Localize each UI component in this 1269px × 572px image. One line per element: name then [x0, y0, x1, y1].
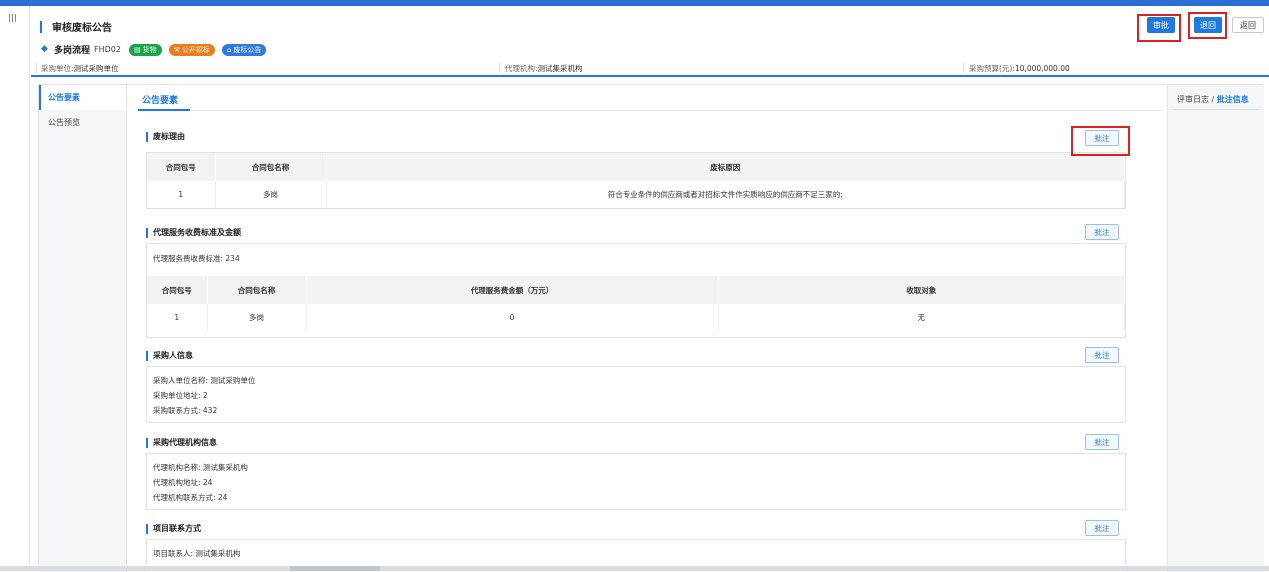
section-title-buyer: 采购人信息 [146, 350, 193, 361]
agency-info: 代理机构:测试集采机构 [505, 64, 583, 73]
section-title-fee: 代理服务收费标准及金额 [146, 227, 241, 238]
agency-contact: 代理机构联系方式: 24 [153, 493, 228, 502]
approve-button[interactable]: 审批 [1147, 17, 1175, 33]
table-header: 收取对象 [718, 276, 1125, 304]
left-rail [0, 6, 30, 571]
buyer-contact: 采购联系方式: 432 [153, 406, 218, 415]
right-panel: 评审日志 / 批注信息 [1167, 85, 1264, 572]
menu-toggle-icon[interactable] [9, 14, 19, 22]
reason-table-panel: 合同包号 合同包名称 废标原因 1 多岗 符合专业条件的供应商或者对招标文件作实… [146, 152, 1126, 209]
agency-address: 代理机构地址: 24 [153, 478, 213, 487]
page-header: 审核废标公告 审批 退回 返回 ◆ 多岗流程 FHD02 ▤ 货物 ⚒ 公开招标 ⌂… [31, 6, 1269, 78]
info-row: 采购单位:测试采购单位 代理机构:测试集采机构 采购预算(元):10,000,0… [36, 62, 1266, 74]
reason-table: 合同包号 合同包名称 废标原因 1 多岗 符合专业条件的供应商或者对招标文件作实… [147, 153, 1125, 208]
table-row: 1 多岗 0 无 [147, 304, 1125, 331]
table-header: 合同包号 [147, 153, 216, 181]
scrollbar-thumb[interactable] [290, 566, 380, 571]
flow-row: ◆ 多岗流程 FHD02 ▤ 货物 ⚒ 公开招标 ⌂ 废标公告 [41, 43, 269, 56]
buyer-info: 采购单位:测试采购单位 [41, 64, 119, 73]
tag-void-notice: ⌂ 废标公告 [221, 43, 267, 56]
section-title-reason: 废标理由 [146, 131, 185, 142]
buyer-panel: 采购人单位名称: 测试采购单位 采购单位地址: 2 采购联系方式: 432 [146, 366, 1126, 423]
section-title-contact: 项目联系方式 [146, 523, 201, 534]
section-nav: 公告要素 公告预览 [39, 85, 127, 572]
agency-panel: 代理机构名称: 测试集采机构 代理机构地址: 24 代理机构联系方式: 24 [146, 453, 1126, 510]
annotate-button-buyer[interactable]: 批注 [1085, 347, 1119, 363]
project-contact: 项目联系人: 测试集采机构 [153, 549, 241, 558]
fee-table: 合同包号 合同包名称 代理服务费金额（万元） 收取对象 1 多岗 0 无 [147, 276, 1125, 331]
fee-panel: 代理服务费收费标准: 234 合同包号 合同包名称 代理服务费金额（万元） 收取… [146, 243, 1126, 338]
annotate-button-reason[interactable]: 批注 [1085, 130, 1119, 146]
table-row: 1 多岗 符合专业条件的供应商或者对招标文件作实质响应的供应商不足三家的; [147, 181, 1125, 208]
budget-info: 采购预算(元):10,000,000.00 [969, 64, 1070, 73]
agency-name: 代理机构名称: 测试集采机构 [153, 463, 248, 472]
fee-standard: 代理服务费收费标准: 234 [153, 254, 240, 263]
annotate-button-agency[interactable]: 批注 [1085, 434, 1119, 450]
subnav-item-preview[interactable]: 公告预览 [39, 110, 126, 135]
page-title: 审核废标公告 [52, 23, 112, 34]
annotate-button-contact[interactable]: 批注 [1085, 520, 1119, 536]
section-title-agency: 采购代理机构信息 [146, 437, 217, 448]
table-header: 废标原因 [326, 153, 1125, 181]
content-panel: 公告要素 废标理由 批注 合同包号 合同包名称 废标原因 1 多岗 符合专业条件… [127, 85, 1167, 572]
box-icon: ▤ [133, 45, 141, 54]
home-icon: ⌂ [226, 45, 232, 54]
layers-icon: ◆ [41, 44, 48, 54]
header-divider [31, 75, 1269, 77]
review-log-link[interactable]: 评审日志 / [1177, 95, 1214, 104]
table-header: 合同包名称 [215, 153, 327, 181]
table-header: 合同包号 [147, 276, 208, 304]
back-button[interactable]: 返回 [1232, 17, 1264, 33]
gavel-icon: ⚒ [173, 45, 180, 54]
buyer-name: 采购人单位名称: 测试采购单位 [153, 376, 256, 385]
buyer-address: 采购单位地址: 2 [153, 391, 208, 400]
main-area: 公告要素 公告预览 公告要素 废标理由 批注 合同包号 合同包名称 废标原因 1… [38, 84, 1264, 572]
horizontal-scrollbar[interactable] [0, 566, 1269, 571]
subnav-item-elements[interactable]: 公告要素 [39, 85, 126, 110]
tag-goods: ▤ 货物 [128, 43, 162, 56]
flow-code: FHD02 [94, 45, 121, 54]
annotate-button-fee[interactable]: 批注 [1085, 224, 1119, 240]
table-header: 代理服务费金额（万元） [306, 276, 719, 304]
tag-open-bid: ⚒ 公开招标 [168, 43, 215, 56]
flow-name: 多岗流程 [54, 46, 91, 56]
annotation-info-link[interactable]: 批注信息 [1217, 95, 1249, 104]
tab-underline [138, 109, 190, 111]
title-accent [40, 21, 42, 33]
table-header: 合同包名称 [207, 276, 307, 304]
return-button[interactable]: 退回 [1194, 17, 1222, 33]
tab-elements[interactable]: 公告要素 [142, 93, 178, 106]
